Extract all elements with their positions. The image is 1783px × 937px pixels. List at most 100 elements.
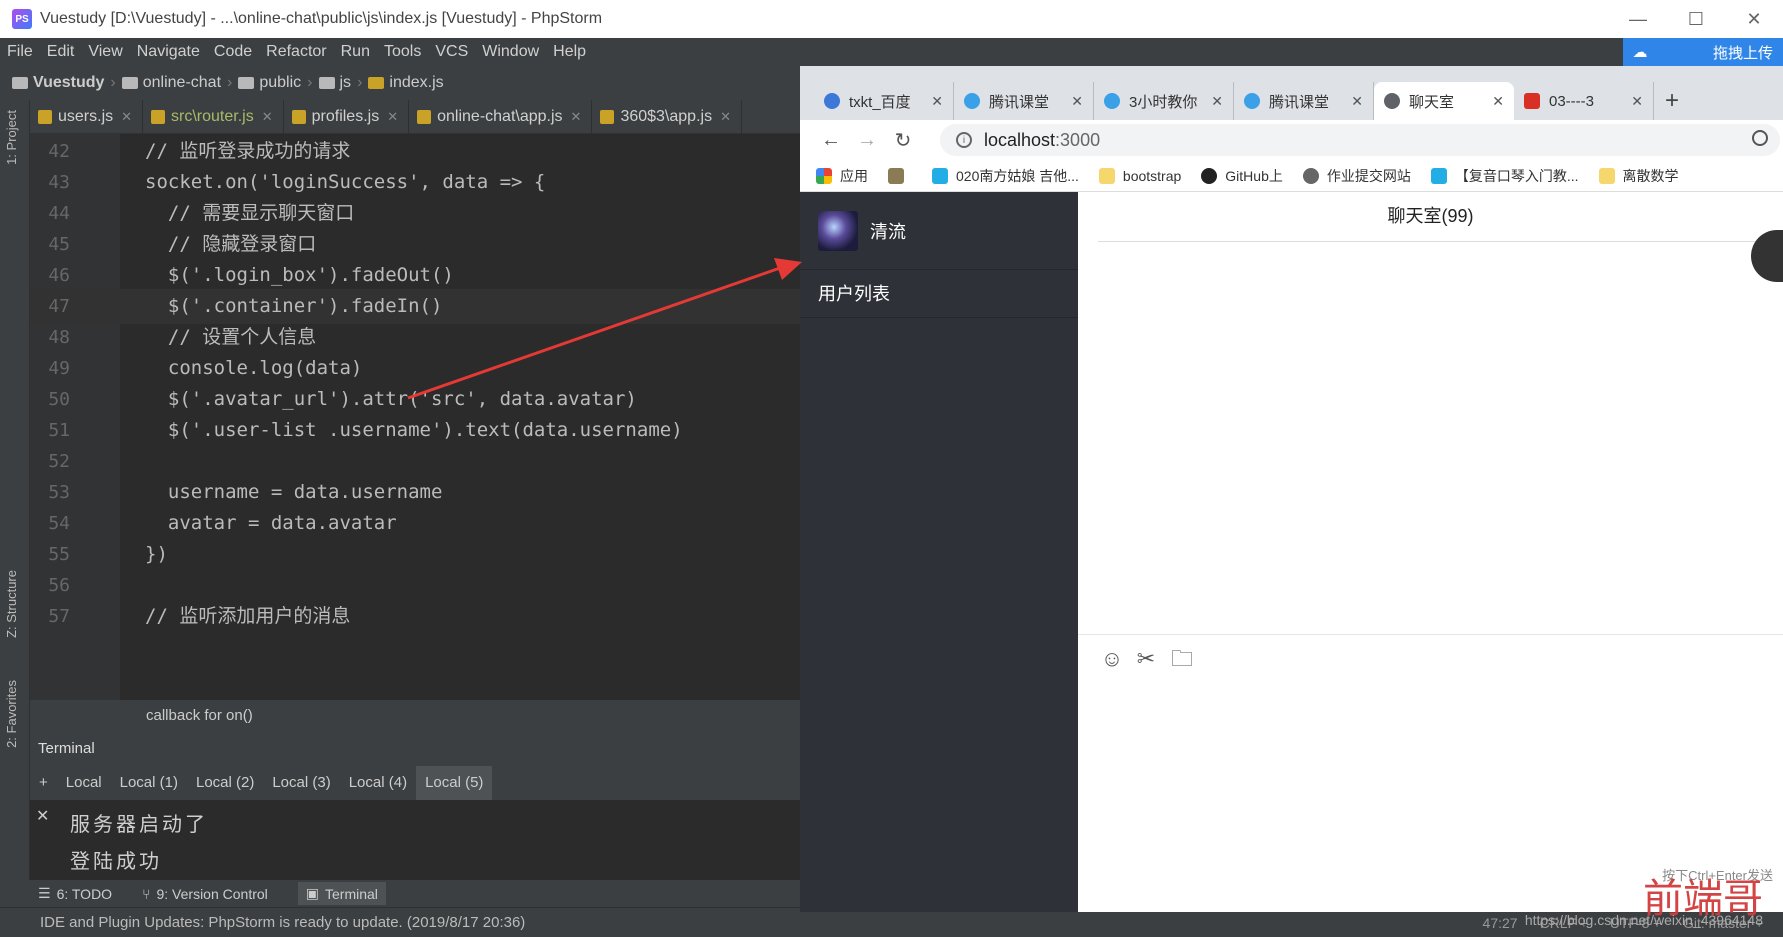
info-icon[interactable]: i bbox=[956, 132, 972, 148]
maximize-button[interactable]: ☐ bbox=[1667, 0, 1725, 38]
code-editor[interactable]: 42 // 监听登录成功的请求 43 socket.on('loginSuccess… bbox=[30, 134, 800, 700]
tencent-class-icon bbox=[1104, 93, 1120, 109]
bookmark-label: 020南方姑娘 吉他... bbox=[956, 167, 1079, 184]
close-tab-icon[interactable]: ✕ bbox=[121, 109, 132, 125]
url-watermark: https://blog.csdn.net/weixin_43964148 bbox=[1524, 912, 1763, 928]
code-text: $('.avatar_url').attr('src', data.avatar… bbox=[145, 388, 637, 410]
folder-icon[interactable]: 🗀 bbox=[1170, 647, 1194, 671]
bookmark-discrete-math[interactable]: 离散数学 bbox=[1598, 166, 1679, 186]
menu-vcs[interactable]: VCS bbox=[428, 43, 475, 61]
menu-tools[interactable]: Tools bbox=[377, 43, 428, 61]
folder-icon bbox=[238, 77, 255, 89]
back-icon[interactable]: ← bbox=[816, 129, 846, 152]
address-bar[interactable]: i localhost:3000 bbox=[940, 124, 1780, 156]
tab-router-js[interactable]: src\router.js ✕ bbox=[143, 99, 284, 134]
browser-tab-strip: txkt_百度 ✕ 腾讯课堂 ✕ 3小时教你 ✕ 腾讯课堂 ✕ 聊天室 ✕ 03----3… bbox=[800, 80, 1783, 120]
todo-tool-button[interactable]: ☰ 6: TODO bbox=[38, 885, 112, 902]
close-terminal-icon[interactable]: ✕ bbox=[36, 806, 49, 826]
menu-window[interactable]: Window bbox=[475, 43, 546, 61]
tab-online-chat-app-js[interactable]: online-chat\app.js ✕ bbox=[409, 99, 593, 134]
line-number: 53 bbox=[48, 482, 70, 503]
breadcrumb-js[interactable]: js bbox=[318, 74, 351, 92]
bookmark-bilibili[interactable]: 020南方姑娘 吉他... bbox=[932, 166, 1079, 186]
line-number: 43 bbox=[48, 172, 70, 193]
browser-tab[interactable]: txkt_百度 ✕ bbox=[814, 82, 954, 120]
bookmark-github[interactable]: GitHub上 bbox=[1201, 166, 1283, 186]
menu-edit[interactable]: Edit bbox=[40, 43, 82, 61]
close-tab-icon[interactable]: ✕ bbox=[1492, 93, 1504, 110]
bilibili-icon bbox=[932, 167, 948, 184]
close-window-button[interactable]: ✕ bbox=[1725, 0, 1783, 38]
bookmark-harmonica[interactable]: 【复音口琴入门教... bbox=[1430, 166, 1579, 186]
folder-icon bbox=[1598, 167, 1615, 184]
breadcrumb-project[interactable]: Vuestudy bbox=[12, 74, 104, 92]
status-message[interactable]: IDE and Plugin Updates: PhpStorm is read… bbox=[40, 914, 525, 931]
terminal-tab[interactable]: Local (4) bbox=[340, 766, 416, 800]
breadcrumb-online-chat[interactable]: online-chat bbox=[121, 74, 221, 92]
tab-360-app-js[interactable]: 360$3\app.js ✕ bbox=[592, 99, 742, 134]
bookmark-bootstrap[interactable]: bootstrap bbox=[1098, 167, 1181, 184]
breadcrumb-public[interactable]: public bbox=[238, 74, 301, 92]
close-tab-icon[interactable]: ✕ bbox=[571, 109, 582, 125]
zoom-icon[interactable] bbox=[1752, 130, 1768, 146]
close-tab-icon[interactable]: ✕ bbox=[387, 109, 398, 125]
tab-title: 腾讯课堂 bbox=[989, 93, 1050, 111]
caret-position[interactable]: 47:27 bbox=[1483, 915, 1518, 931]
breadcrumb-file[interactable]: index.js bbox=[368, 74, 444, 92]
close-tab-icon[interactable]: ✕ bbox=[262, 109, 273, 125]
line-number: 42 bbox=[48, 141, 70, 162]
scissors-icon[interactable]: ✂ bbox=[1134, 647, 1158, 671]
terminal-tab[interactable]: Local bbox=[57, 766, 111, 800]
tab-users-js[interactable]: users.js ✕ bbox=[30, 99, 144, 134]
phpstorm-logo-icon: PS bbox=[12, 9, 32, 29]
structure-tool-button[interactable]: Z: Structure bbox=[4, 570, 19, 638]
menu-file[interactable]: File bbox=[0, 43, 40, 61]
close-tab-icon[interactable]: ✕ bbox=[720, 109, 731, 125]
menu-refactor[interactable]: Refactor bbox=[259, 43, 333, 61]
project-tool-button[interactable]: 1: Project bbox=[4, 110, 19, 165]
browser-tab[interactable]: 03----3 ✕ bbox=[1514, 82, 1654, 120]
terminal-tab-bar: + Local Local (1) Local (2) Local (3) Lo… bbox=[30, 766, 800, 800]
close-tab-icon[interactable]: ✕ bbox=[1071, 93, 1083, 110]
browser-tab[interactable]: 3小时教你 ✕ bbox=[1094, 82, 1234, 120]
version-control-tool-button[interactable]: ⑂ 9: Version Control bbox=[142, 886, 268, 902]
bookmark-homework[interactable]: 作业提交网站 bbox=[1302, 166, 1411, 186]
close-tab-icon[interactable]: ✕ bbox=[1351, 93, 1363, 110]
menu-help[interactable]: Help bbox=[546, 43, 593, 61]
emoji-icon[interactable]: ☺ bbox=[1100, 647, 1124, 671]
bookmark-label: 应用 bbox=[840, 167, 868, 184]
terminal-tab[interactable]: Local (2) bbox=[187, 766, 263, 800]
terminal-tab[interactable]: Local (3) bbox=[263, 766, 339, 800]
forward-icon[interactable]: → bbox=[852, 129, 882, 152]
github-icon bbox=[1201, 167, 1218, 184]
browser-tab-active[interactable]: 聊天室 ✕ bbox=[1374, 82, 1514, 120]
code-text: console.log(data) bbox=[145, 357, 363, 379]
bookmark-apps[interactable]: 应用 bbox=[816, 166, 868, 186]
menu-view[interactable]: View bbox=[81, 43, 129, 61]
tab-profiles-js[interactable]: profiles.js ✕ bbox=[284, 99, 410, 134]
terminal-tab-active[interactable]: Local (5) bbox=[416, 766, 493, 800]
menu-navigate[interactable]: Navigate bbox=[130, 43, 207, 61]
reload-icon[interactable]: ↻ bbox=[888, 128, 918, 153]
close-tab-icon[interactable]: ✕ bbox=[1211, 93, 1223, 110]
current-user: 清流 bbox=[800, 192, 1078, 270]
close-tab-icon[interactable]: ✕ bbox=[931, 93, 943, 110]
upload-button[interactable]: ☁ 拖拽上传 bbox=[1623, 38, 1783, 66]
tab-label: 360$3\app.js bbox=[620, 107, 713, 125]
terminal-output[interactable]: ✕ 服务器启动了 登陆成功 bbox=[30, 800, 800, 880]
browser-tab[interactable]: 腾讯课堂 ✕ bbox=[1234, 82, 1374, 120]
new-tab-button[interactable]: + bbox=[1654, 82, 1690, 120]
bookmark-image[interactable] bbox=[888, 167, 912, 184]
close-tab-icon[interactable]: ✕ bbox=[1631, 93, 1643, 110]
minimize-button[interactable]: — bbox=[1609, 0, 1667, 38]
window-controls: — ☐ ✕ bbox=[1609, 0, 1783, 38]
favorites-tool-button[interactable]: 2: Favorites bbox=[4, 680, 19, 748]
terminal-tool-button[interactable]: ▣ Terminal bbox=[297, 882, 386, 905]
menu-code[interactable]: Code bbox=[207, 43, 259, 61]
code-text: // 监听添加用户的消息 bbox=[145, 605, 351, 627]
menu-run[interactable]: Run bbox=[334, 43, 377, 61]
terminal-tab[interactable]: Local (1) bbox=[111, 766, 187, 800]
terminal-line: 服务器启动了 bbox=[70, 812, 208, 836]
new-terminal-button[interactable]: + bbox=[30, 766, 57, 800]
browser-tab[interactable]: 腾讯课堂 ✕ bbox=[954, 82, 1094, 120]
